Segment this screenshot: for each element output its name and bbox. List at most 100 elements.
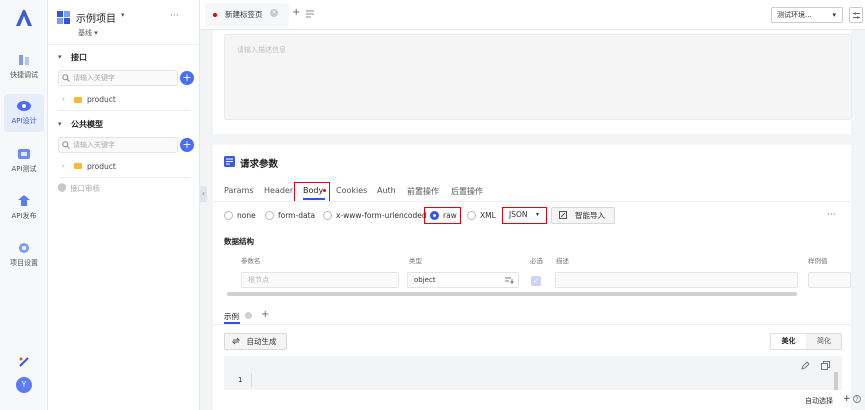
api-search-input[interactable]: 请输入关键字 [58, 70, 178, 86]
rail-item-label: 快捷调试 [10, 71, 38, 79]
radio-urlencoded[interactable] [323, 211, 332, 220]
divider [58, 177, 190, 178]
environment-settings-button[interactable] [849, 7, 863, 23]
collapse-sidebar-handle[interactable]: ‹ [200, 186, 207, 202]
simplify-button[interactable]: 简化 [807, 334, 841, 349]
radio-raw-label: raw [443, 211, 457, 220]
expand-arrow-icon[interactable]: › [62, 162, 65, 170]
environment-select[interactable]: 测试环境... ▾ [771, 7, 843, 23]
type-settings-icon[interactable] [505, 276, 514, 284]
folder-product[interactable]: product [87, 162, 116, 171]
editor-scrollbar[interactable] [834, 372, 838, 390]
required-checkbox[interactable]: ✓ [531, 276, 541, 286]
section-title-api[interactable]: 接口 [71, 52, 87, 63]
api-audit-item[interactable]: 接口审核 [70, 183, 100, 194]
search-icon [62, 141, 70, 149]
auto-generate-label: 自动生成 [246, 337, 277, 346]
rail-item-label: API测试 [11, 165, 37, 173]
auto-select-add-icon[interactable]: + [843, 394, 851, 404]
tab-auth[interactable]: Auth [377, 186, 396, 195]
close-tab-icon[interactable]: × [270, 9, 278, 17]
tab-post-operations[interactable]: 后置操作 [451, 186, 483, 197]
sidebar-more-button[interactable]: ··· [170, 11, 179, 21]
environment-label: 测试环境... [777, 11, 812, 19]
user-avatar[interactable]: Y [16, 377, 32, 393]
auto-select-label[interactable]: 自动选择 [805, 396, 833, 406]
tab-header[interactable]: Header [264, 186, 293, 195]
param-description-input[interactable] [555, 272, 798, 288]
folder-icon [74, 163, 82, 169]
collapse-caret-icon[interactable]: ▾ [58, 53, 62, 61]
project-dropdown-icon[interactable]: ▾ [121, 11, 125, 19]
tab-label: 新建标签页 [225, 10, 263, 19]
add-api-button[interactable]: + [180, 71, 194, 85]
section-title-models[interactable]: 公共模型 [71, 119, 103, 130]
unsaved-dot-icon [213, 13, 217, 17]
param-type-value: object [414, 276, 436, 284]
sliders-icon [853, 12, 860, 19]
col-header-required: 必选 [530, 257, 543, 265]
search-placeholder: 请输入关键字 [73, 74, 115, 82]
tools-icon[interactable] [18, 356, 30, 368]
project-name[interactable]: 示例项目 [76, 10, 116, 25]
rail-item-api-test[interactable]: API测试 [4, 142, 44, 180]
horizontal-scrollbar[interactable] [227, 292, 797, 296]
import-icon [559, 211, 567, 219]
tab-params[interactable]: Params [224, 186, 254, 195]
add-example-button[interactable]: + [261, 309, 269, 320]
add-model-button[interactable]: + [180, 138, 194, 152]
example-editor[interactable] [224, 356, 842, 390]
radio-none[interactable] [224, 211, 233, 220]
description-placeholder: 请输入描述信息 [237, 46, 286, 54]
add-tab-button[interactable]: + [292, 7, 300, 18]
rail-item-project-settings[interactable]: 项目设置 [4, 236, 44, 274]
param-name-input[interactable]: 根节点 [241, 272, 399, 288]
beautify-button[interactable]: 美化 [771, 334, 806, 349]
radio-urlencoded-label: x-www-form-urlencoded [336, 211, 427, 220]
divider [58, 110, 190, 111]
rail-item-label: API发布 [11, 212, 37, 220]
rail-item-quick-debug[interactable]: 快捷调试 [4, 48, 44, 86]
format-value: JSON [509, 210, 528, 219]
api-design-icon [17, 101, 31, 111]
publish-icon [18, 195, 30, 206]
tab-cookies[interactable]: Cookies [336, 186, 367, 195]
baseline-selector[interactable]: 基线 ▾ [78, 28, 98, 38]
highlight-body-tab [294, 182, 330, 202]
help-icon[interactable]: ? [853, 395, 861, 403]
description-input[interactable]: 请输入描述信息 [224, 34, 852, 120]
param-example-input[interactable] [808, 272, 851, 288]
project-icon [57, 11, 70, 24]
param-name-placeholder: 根节点 [248, 276, 269, 284]
smart-import-label: 智能导入 [575, 211, 605, 220]
rail-item-api-publish[interactable]: API发布 [4, 189, 44, 227]
rail-item-label: API设计 [11, 117, 37, 125]
col-header-name: 参数名 [241, 257, 261, 265]
tab-pre-operations[interactable]: 前置操作 [407, 186, 439, 197]
request-params-title: 请求参数 [240, 159, 279, 170]
folder-product[interactable]: product [87, 95, 116, 104]
model-search-input[interactable]: 请输入关键字 [58, 137, 178, 153]
tab-list-icon[interactable] [306, 10, 314, 18]
tab-bar: 新建标签页 × + 测试环境... ▾ [200, 0, 865, 30]
radio-raw[interactable] [430, 211, 439, 220]
rail-item-api-design[interactable]: API设计 [4, 94, 44, 132]
collapse-caret-icon[interactable]: ▾ [58, 120, 62, 128]
copy-icon[interactable] [821, 361, 830, 370]
settings-icon [19, 243, 29, 253]
format-select[interactable]: JSON ▾ [502, 207, 547, 224]
folder-icon [74, 97, 82, 103]
request-more-button[interactable]: ··· [827, 210, 836, 220]
chevron-down-icon: ▾ [536, 211, 540, 218]
param-type-select[interactable]: object [407, 272, 519, 288]
chevron-down-icon: ▾ [832, 11, 836, 19]
example-close-icon[interactable] [245, 312, 252, 319]
editor-line-number: 1 [238, 376, 243, 384]
example-tab[interactable]: 示例 [224, 311, 239, 322]
radio-form-data[interactable] [265, 211, 274, 220]
radio-xml[interactable] [467, 211, 476, 220]
expand-arrow-icon[interactable]: › [62, 95, 65, 103]
app-logo-icon [16, 10, 32, 26]
api-test-icon [18, 149, 30, 159]
edit-icon[interactable] [801, 361, 810, 370]
